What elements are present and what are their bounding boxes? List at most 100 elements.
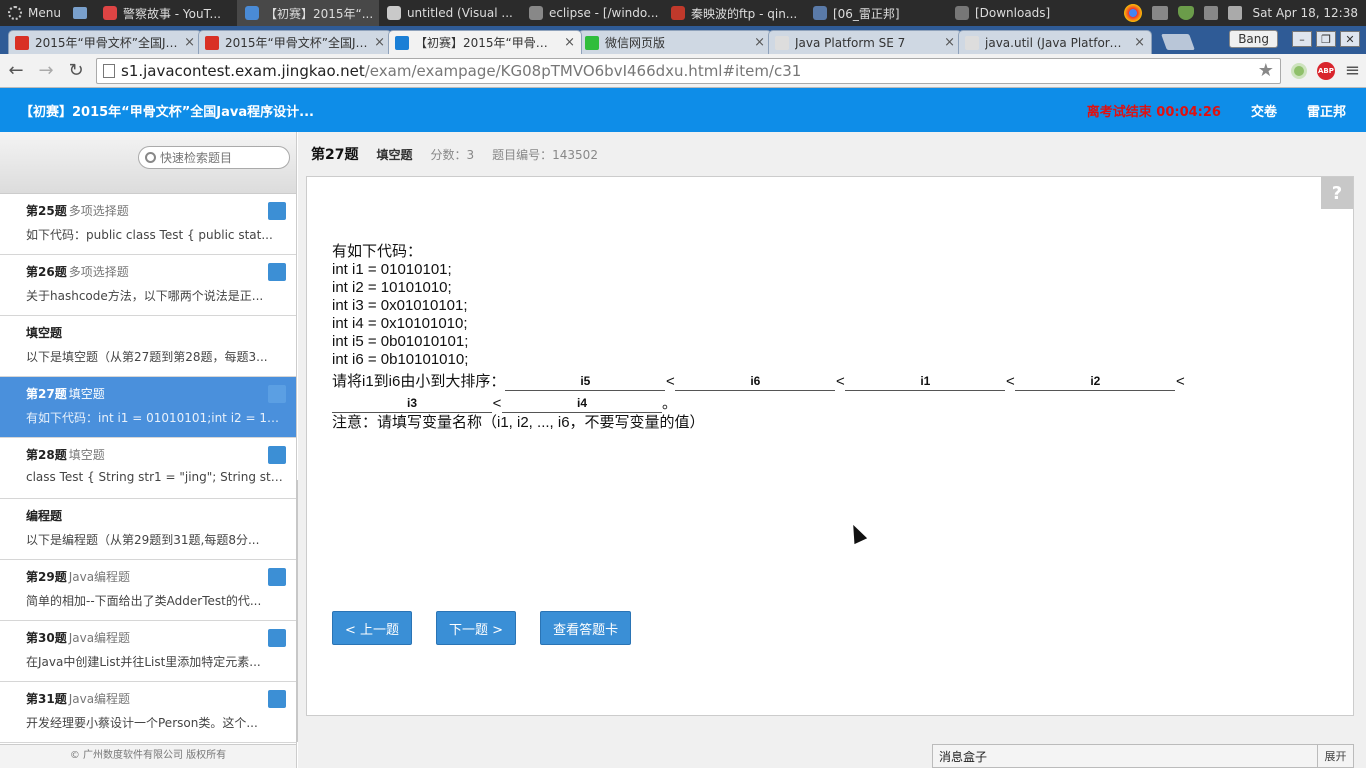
question-item-type: Java编程题 <box>68 692 131 706</box>
tab-close-icon[interactable]: × <box>1134 35 1145 50</box>
question-list-item[interactable]: 第25题 多项选择题 如下代码：public class Test { public… <box>0 194 296 255</box>
taskbar-app-label: 【初赛】2015年“... <box>264 6 374 21</box>
reload-icon[interactable]: ↻ <box>66 60 86 81</box>
browser-tab[interactable]: java.util (Java Platform SE × <box>958 30 1152 54</box>
question-item-number: 编程题 <box>26 509 63 523</box>
less-than-sign: < <box>492 395 502 412</box>
end-mark: 。 <box>662 395 678 412</box>
prev-question-button[interactable]: < 上一题 <box>332 611 413 645</box>
browser-menu-icon[interactable]: ≡ <box>1345 60 1360 81</box>
answer-blank-3[interactable]: i1 <box>845 373 1006 391</box>
question-item-number: 第30题 <box>26 631 67 645</box>
forward-arrow-icon[interactable]: → <box>36 60 56 81</box>
tab-close-icon[interactable]: × <box>944 35 955 50</box>
answer-card-button[interactable]: 查看答题卡 <box>540 611 632 645</box>
tab-close-icon[interactable]: × <box>754 35 765 50</box>
adblock-icon[interactable]: ABP <box>1316 61 1335 80</box>
question-list-item[interactable]: 填空题 以下是填空题（从第27题到第28题，每题3... <box>0 316 296 377</box>
favicon-icon <box>585 35 599 50</box>
taskbar-app[interactable]: eclipse - [/windo... <box>521 0 663 26</box>
exam-title: 【初赛】2015年“甲骨文杯”全国Java程序设计... <box>20 104 314 120</box>
taskbar-app[interactable]: [06_雷正邦] <box>805 0 947 26</box>
browser-tab[interactable]: Java Platform SE 7 × <box>768 30 962 54</box>
question-item-head: 第29题 Java编程题 <box>26 568 284 588</box>
os-taskbar: Menu 警察故事 - YouT... 【初赛】2015年“... untitled… <box>0 0 1366 26</box>
question-item-snippet: 以下是编程题（从第29题到31题,每题8分... <box>26 533 260 547</box>
favicon-icon <box>395 35 409 50</box>
question-sidebar: 第25题多项选择题如下代码：public class Test { public… <box>0 132 297 768</box>
shield-icon[interactable] <box>1178 6 1195 20</box>
question-list-item[interactable]: 第31题 Java编程题 开发经理要小蔡设计一个Person类。这个... <box>0 682 296 743</box>
taskbar-app[interactable]: 【初赛】2015年“... <box>236 0 379 26</box>
taskbar-app[interactable]: [Downloads] <box>947 0 1089 26</box>
question-item-type: Java编程题 <box>68 570 131 584</box>
message-box-label: 消息盒子 <box>939 749 988 764</box>
answer-blank-4[interactable]: i2 <box>1015 373 1176 391</box>
taskbar-app-label: [06_雷正邦] <box>832 6 900 21</box>
code-line: int i3 = 0x01010101; <box>332 297 468 314</box>
tab-list: 2015年“甲骨文杯”全国Jav × 2015年“甲骨文杯”全国Jav × 【初赛】20… <box>8 30 1152 54</box>
question-body: 有如下代码： int i1 = 01010101; int i2 = 1010101… <box>332 243 1212 432</box>
search-input[interactable] <box>160 150 278 165</box>
browser-tab[interactable]: 2015年“甲骨文杯”全国Jav × <box>8 30 202 54</box>
next-question-button[interactable]: 下一题 > <box>436 611 517 645</box>
chrome-tray-icon[interactable] <box>1124 4 1143 22</box>
message-box-expand[interactable]: 展开 <box>1317 745 1353 767</box>
question-list-item[interactable]: 编程题以下是编程题（从第29题到31题,每题8分... <box>0 499 296 560</box>
restore-icon[interactable]: ❐ <box>1316 31 1336 47</box>
question-item-head: 第27题 填空题 <box>26 385 284 405</box>
question-score: 分数：3 <box>430 148 475 162</box>
question-item-snippet: 简单的相加--下面给出了类AdderTest的代... <box>26 594 262 608</box>
fill-row-2: i3 < i4 。 <box>332 391 1212 413</box>
tab-title: 微信网页版 <box>605 36 666 50</box>
page-icon <box>103 63 115 78</box>
question-list-item[interactable]: 第30题 Java编程题 在Java中创建List并往List里添加特定元素... <box>0 621 296 682</box>
tab-title: 【初赛】2015年“甲骨文杯 <box>415 36 559 50</box>
taskbar-app[interactable]: untitled (Visual ... <box>379 0 521 26</box>
help-icon[interactable]: ? <box>1321 177 1353 209</box>
bookmark-star-icon[interactable]: ★ <box>1258 60 1274 81</box>
question-list-item[interactable]: 第27题 填空题 有如下代码：int i1 = 01010101;int i2 = … <box>0 377 296 438</box>
keyboard-icon[interactable] <box>1152 6 1169 20</box>
taskbar-app-label: 警察故事 - YouT... <box>122 6 221 21</box>
question-list-item[interactable]: 第29题 Java编程题简单的相加--下面给出了类AdderTest的代... <box>0 560 296 621</box>
app-icon <box>954 6 969 20</box>
start-menu-button[interactable]: Menu <box>0 0 95 26</box>
pen-icon[interactable] <box>1228 6 1243 20</box>
user-name[interactable]: 雷正邦 <box>1307 101 1346 120</box>
submit-button[interactable]: 交卷 <box>1251 101 1277 120</box>
taskbar-app[interactable]: 秦映波的ftp - qin... <box>663 0 805 26</box>
minimize-icon[interactable]: – <box>1292 31 1312 47</box>
clock[interactable]: Sat Apr 18, 12:38 <box>1252 6 1358 20</box>
answer-blank-2[interactable]: i6 <box>675 373 836 391</box>
profile-button[interactable]: Bang <box>1229 30 1278 48</box>
new-tab-button[interactable] <box>1161 34 1195 50</box>
volume-icon[interactable] <box>1204 6 1219 20</box>
search-box[interactable] <box>138 146 290 169</box>
question-note: 注意：请填写变量名称（i1, i2, ..., i6，不要写变量的值） <box>332 414 705 431</box>
answer-blank-1[interactable]: i5 <box>505 373 666 391</box>
browser-tab[interactable]: 【初赛】2015年“甲骨文杯 × <box>388 30 582 54</box>
answer-blank-6[interactable]: i4 <box>502 395 662 413</box>
taskbar-app[interactable]: 警察故事 - YouT... <box>95 0 237 26</box>
back-arrow-icon[interactable]: ← <box>6 60 26 81</box>
url-host: s1.javacontest.exam.jingkao.net <box>121 61 365 80</box>
answer-blank-5[interactable]: i3 <box>332 395 492 413</box>
tab-close-icon[interactable]: × <box>564 35 575 50</box>
tab-title: java.util (Java Platform SE <box>985 35 1129 50</box>
desktop-icon[interactable] <box>72 7 87 19</box>
tab-close-icon[interactable]: × <box>184 35 195 50</box>
tab-close-icon[interactable]: × <box>374 35 385 50</box>
less-than-sign: < <box>665 373 675 390</box>
extension-icon[interactable] <box>1290 62 1307 79</box>
taskbar-app-label: eclipse - [/windo... <box>548 6 659 20</box>
taskbar-apps: 警察故事 - YouT... 【初赛】2015年“... untitled (Vis… <box>95 0 1089 26</box>
message-box[interactable]: 消息盒子 展开 <box>932 744 1354 768</box>
question-list-item[interactable]: 第28题 填空题 class Test { String str1 = "jing"… <box>0 438 296 499</box>
address-bar[interactable]: s1.javacontest.exam.jingkao.net/exam/exa… <box>96 57 1281 84</box>
close-window-icon[interactable]: ✕ <box>1340 31 1360 47</box>
browser-tab[interactable]: 2015年“甲骨文杯”全国Jav × <box>198 30 392 54</box>
browser-tab[interactable]: 微信网页版 × <box>578 30 772 54</box>
question-list-item[interactable]: 第26题 多项选择题 关于hashcode方法，以下哪两个说法是正... <box>0 255 296 316</box>
exam-header: 【初赛】2015年“甲骨文杯”全国Java程序设计... 离考试结束 00:04… <box>0 88 1366 132</box>
